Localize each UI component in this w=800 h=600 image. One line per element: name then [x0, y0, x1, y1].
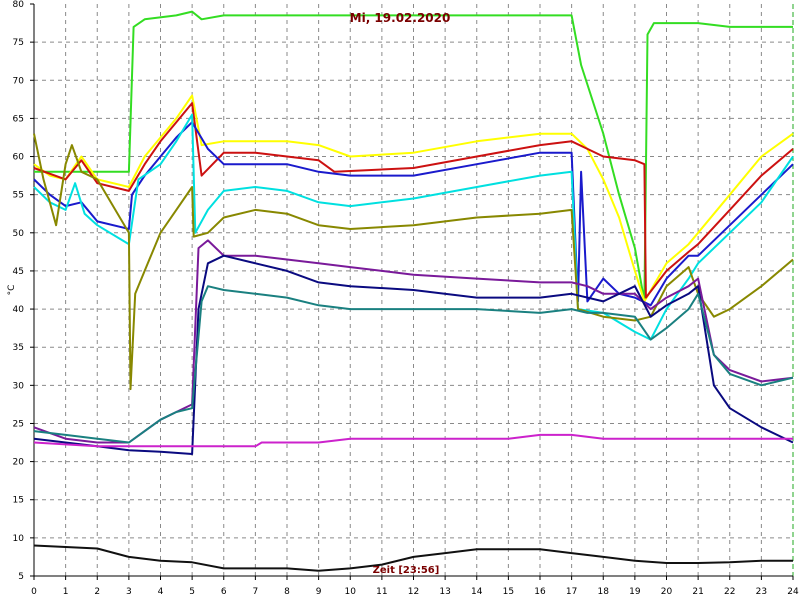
- x-tick-label: 21: [692, 587, 703, 597]
- chart-title: Mi, 19.02.2020: [350, 11, 451, 25]
- x-tick-label: 22: [724, 587, 735, 597]
- labels: Mi, 19.02.2020 °C Zeit [23:56]: [7, 11, 450, 576]
- x-tick-label: 19: [629, 587, 641, 597]
- y-tick-label: 20: [13, 458, 25, 468]
- x-tick-label: 0: [31, 587, 37, 597]
- y-tick-label: 60: [13, 153, 25, 163]
- x-tick-label: 7: [253, 587, 259, 597]
- y-tick-label: 55: [13, 191, 24, 201]
- temperature-chart: 0 1 2 3 4 5 6 7 8 9 10 11 12 13 14 15 16 17 18 19 20 21 22 23 24…: [7, 0, 799, 597]
- x-tick-label: 4: [158, 587, 164, 597]
- y-tick-label: 70: [13, 76, 25, 86]
- y-tick-label: 40: [13, 305, 25, 315]
- x-tick-label: 3: [126, 587, 132, 597]
- x-tick-label: 15: [503, 587, 514, 597]
- chart-root: 0 1 2 3 4 5 6 7 8 9 10 11 12 13 14 15 16 17 18 19 20 21 22 23 24…: [0, 0, 800, 600]
- x-tick-label: 1: [63, 587, 69, 597]
- x-tick-label: 23: [756, 587, 767, 597]
- x-tick-label: 13: [439, 587, 450, 597]
- y-tick-label: 30: [13, 381, 25, 391]
- x-tick-label: 14: [471, 587, 483, 597]
- x-tick-label: 11: [376, 587, 387, 597]
- y-tick-label: 65: [13, 114, 24, 124]
- x-tick-label: 18: [598, 587, 610, 597]
- y-tick-label: 80: [13, 0, 25, 10]
- x-tick-label: 6: [221, 587, 227, 597]
- y-tick-label: 50: [13, 229, 25, 239]
- x-tick-label: 5: [189, 587, 195, 597]
- y-tick-label: 45: [13, 267, 24, 277]
- y-tick-label: 10: [13, 534, 25, 544]
- x-axis-title: Zeit [23:56]: [373, 565, 440, 576]
- y-tick-label: 35: [13, 343, 24, 353]
- x-tick-label: 9: [316, 587, 322, 597]
- x-tick-label: 8: [284, 587, 290, 597]
- x-tick-label: 24: [787, 587, 799, 597]
- x-tick-label: 20: [661, 587, 673, 597]
- x-tick-label: 16: [534, 587, 546, 597]
- y-tick-label: 75: [13, 38, 24, 48]
- y-tick-label: 5: [18, 572, 24, 582]
- y-tick-label: 15: [13, 496, 24, 506]
- x-tick-label: 10: [345, 587, 357, 597]
- x-tick-label: 2: [94, 587, 100, 597]
- y-axis-title: °C: [7, 285, 17, 296]
- x-tick-label: 12: [408, 587, 419, 597]
- x-tick-label: 17: [566, 587, 577, 597]
- y-tick-label: 25: [13, 419, 24, 429]
